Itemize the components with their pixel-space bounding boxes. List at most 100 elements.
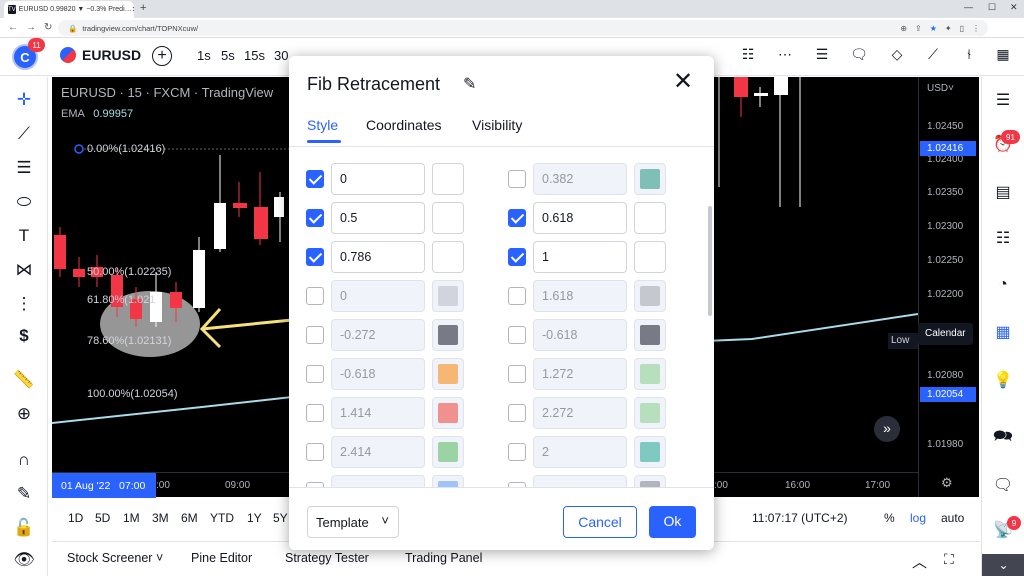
maximize-icon[interactable]: ☐ xyxy=(988,2,996,13)
tab-visibility[interactable]: Visibility xyxy=(472,117,522,133)
close-icon[interactable]: ✕ xyxy=(673,70,693,94)
level-color-swatch[interactable] xyxy=(432,163,464,195)
tab-style[interactable]: Style xyxy=(307,117,338,133)
range-1d[interactable]: 1D xyxy=(68,511,83,525)
level-checkbox[interactable] xyxy=(306,443,324,461)
share-icon[interactable]: ⇪ xyxy=(915,24,922,33)
level-value-input[interactable] xyxy=(331,475,425,487)
tab-pine-editor[interactable]: Pine Editor xyxy=(191,551,252,565)
data-window-icon[interactable]: ☷ xyxy=(990,225,1016,251)
bookmark-star-icon[interactable]: ★ xyxy=(930,24,937,33)
menu-dots-icon[interactable]: ⋮ xyxy=(972,24,980,33)
range-1m[interactable]: 1M xyxy=(123,511,140,525)
level-color-swatch[interactable] xyxy=(634,397,666,429)
level-value-input[interactable]: 0.382 xyxy=(533,163,627,195)
range-ytd[interactable]: YTD xyxy=(210,511,234,525)
tab-strategy-tester[interactable]: Strategy Tester xyxy=(285,551,369,565)
fork-icon[interactable]: ⫮ xyxy=(958,46,980,66)
fib-tool-icon[interactable]: ☰ xyxy=(11,155,37,181)
level-checkbox[interactable] xyxy=(508,209,526,227)
trend-line-tool-icon[interactable]: ⟋ xyxy=(11,121,37,147)
level-value-input[interactable]: -0.272 xyxy=(331,319,425,351)
indicator-template-icon[interactable]: ☷ xyxy=(737,46,759,66)
level-value-input[interactable]: 2 xyxy=(533,436,627,468)
prediction-tool-icon[interactable]: ⋮ xyxy=(11,291,37,317)
crosshair-icon[interactable]: ✛ xyxy=(11,87,37,113)
level-value-input[interactable]: 1.618 xyxy=(533,280,627,312)
pattern-tool-icon[interactable]: ⋈ xyxy=(11,257,37,283)
chart-settings-gear-icon[interactable]: ⚙ xyxy=(941,475,953,491)
scroll-to-realtime-icon[interactable]: » xyxy=(874,416,900,442)
chats-icon[interactable]: 🗪 xyxy=(990,425,1016,451)
level-color-swatch[interactable] xyxy=(432,397,464,429)
clock-timezone[interactable]: 11:07:17 (UTC+2) xyxy=(752,511,848,525)
level-color-swatch[interactable] xyxy=(634,280,666,312)
url-input[interactable]: 🔒 tradingview.com/chart/TOPNXcuw/ ⊕ ⇪ ★ … xyxy=(58,20,988,36)
range-3m[interactable]: 3M xyxy=(152,511,169,525)
level-color-swatch[interactable] xyxy=(432,241,464,273)
level-color-swatch[interactable] xyxy=(634,163,666,195)
level-checkbox[interactable] xyxy=(508,326,526,344)
timeframe-1s[interactable]: 1s xyxy=(197,48,211,63)
tab-coordinates[interactable]: Coordinates xyxy=(366,117,442,133)
auto-scale-toggle[interactable]: auto xyxy=(941,511,964,525)
magnet-icon[interactable]: ∩ xyxy=(11,447,37,473)
minimize-icon[interactable]: — xyxy=(964,2,973,12)
level-color-swatch[interactable] xyxy=(432,319,464,351)
level-color-swatch[interactable] xyxy=(634,358,666,390)
tab-trading-panel[interactable]: Trading Panel xyxy=(405,551,482,565)
new-tab-icon[interactable]: + xyxy=(140,2,146,14)
browser-tab[interactable]: TV EURUSD 0.99820 ▼ −0.3% Predi… ✕ xyxy=(4,1,134,18)
level-color-swatch[interactable] xyxy=(634,475,666,487)
dollar-icon[interactable]: $ xyxy=(11,323,37,349)
level-value-input[interactable]: 1.272 xyxy=(533,358,627,390)
layout-grid-icon[interactable]: ▦ xyxy=(992,46,1014,66)
ruler-icon[interactable]: 📏 xyxy=(11,367,37,393)
messages-icon[interactable]: 🗨 xyxy=(990,472,1016,498)
comment-icon[interactable]: 🗨 xyxy=(848,46,870,66)
level-value-input[interactable]: 0.786 xyxy=(331,241,425,273)
forward-icon[interactable]: → xyxy=(26,22,36,33)
level-checkbox[interactable] xyxy=(508,404,526,422)
news-icon[interactable]: ▤ xyxy=(990,179,1016,205)
level-checkbox[interactable] xyxy=(508,287,526,305)
rename-pencil-icon[interactable]: ✎ xyxy=(463,74,476,94)
range-1y[interactable]: 1Y xyxy=(247,511,262,525)
close-tab-icon[interactable]: ✕ xyxy=(132,5,134,14)
ideas-bulb-icon[interactable]: 💡 xyxy=(990,367,1016,393)
symbol-search-button[interactable]: EURUSD xyxy=(60,47,141,63)
level-value-input[interactable]: 0 xyxy=(331,163,425,195)
level-value-input[interactable]: 1.414 xyxy=(331,397,425,429)
level-color-swatch[interactable] xyxy=(432,475,464,487)
text-tool-icon[interactable]: T xyxy=(11,223,37,249)
range-5y[interactable]: 5Y xyxy=(273,511,288,525)
level-checkbox[interactable] xyxy=(306,287,324,305)
close-window-icon[interactable]: ✕ xyxy=(1010,2,1018,13)
calendar-icon[interactable]: ▦ xyxy=(990,319,1016,345)
level-color-swatch[interactable] xyxy=(432,436,464,468)
range-6m[interactable]: 6M xyxy=(181,511,198,525)
ok-button[interactable]: Ok xyxy=(649,506,696,538)
level-value-input[interactable]: 0.618 xyxy=(533,202,627,234)
level-checkbox[interactable] xyxy=(306,209,324,227)
drawing-mode-icon[interactable]: ✎ xyxy=(11,481,37,507)
hotlists-icon[interactable]: ◔ xyxy=(990,272,1016,298)
drawing-template-icon[interactable]: ⋯ xyxy=(774,46,796,66)
level-value-input[interactable]: 1 xyxy=(533,241,627,273)
level-color-swatch[interactable] xyxy=(634,241,666,273)
timeframe-5s[interactable]: 5s xyxy=(221,48,235,63)
level-checkbox[interactable] xyxy=(508,170,526,188)
level-color-swatch[interactable] xyxy=(634,436,666,468)
fib-levels-list[interactable]: 0 0.5 0.786 0 -0.272 -0.618 1.414 2.414 0.382 0.6… xyxy=(289,147,714,487)
cancel-button[interactable]: Cancel xyxy=(563,506,637,538)
level-color-swatch[interactable] xyxy=(432,358,464,390)
extensions-icon[interactable]: ✦ xyxy=(945,24,952,33)
zoom-in-icon[interactable]: ⊕ xyxy=(11,401,37,427)
reload-icon[interactable]: ↻ xyxy=(44,22,54,33)
back-icon[interactable]: ← xyxy=(8,22,18,33)
shape-icon[interactable]: ◇ xyxy=(886,46,908,66)
level-color-swatch[interactable] xyxy=(634,319,666,351)
percent-scale-toggle[interactable]: % xyxy=(884,511,895,525)
level-checkbox[interactable] xyxy=(508,365,526,383)
watchlist-icon[interactable]: ☰ xyxy=(990,87,1016,113)
